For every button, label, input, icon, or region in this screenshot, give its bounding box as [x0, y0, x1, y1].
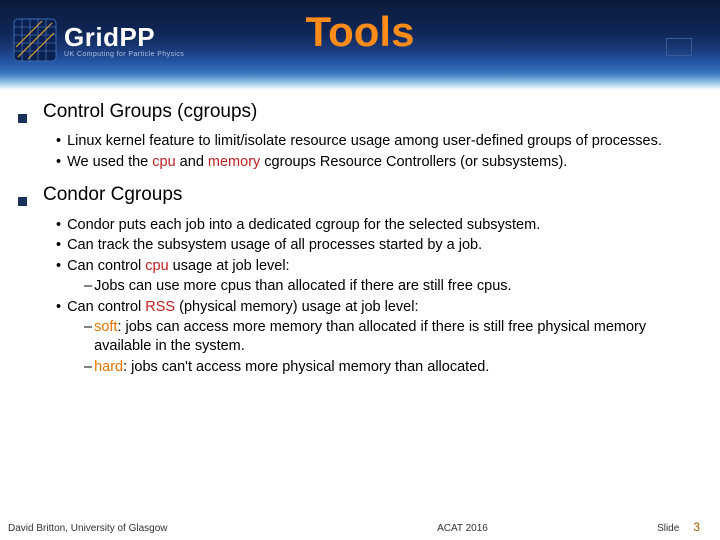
sub-bullet-text: hard: jobs can't access more physical me…	[94, 358, 489, 377]
sub-bullet-item: –hard: jobs can't access more physical m…	[84, 358, 700, 377]
text-run: usage at job level:	[169, 258, 290, 274]
section-heading-row: Control Groups (cgroups)	[18, 100, 700, 124]
section-heading-row: Condor Cgroups	[18, 183, 700, 207]
square-bullet-icon	[18, 114, 27, 123]
text-run: Can control	[67, 258, 145, 274]
bullet-item: • Linux kernel feature to limit/isolate r…	[56, 132, 700, 151]
dot-bullet-icon: •	[56, 257, 61, 276]
text-run: cgroups Resource Controllers (or subsyst…	[260, 154, 567, 170]
text-run: cpu	[145, 258, 168, 274]
footer-author: David Britton, University of Glasgow	[8, 523, 437, 534]
footer-slide-label: Slide	[657, 523, 679, 534]
text-run: (physical memory) usage at job level:	[175, 299, 418, 315]
section-heading: Condor Cgroups	[43, 183, 182, 207]
text-run: memory	[208, 154, 260, 170]
text-run: soft	[94, 319, 117, 335]
slide-header: GridPP UK Computing for Particle Physics…	[0, 0, 720, 90]
footer-page-number: 3	[693, 520, 700, 534]
bullet-text: Can control cpu usage at job level:	[67, 257, 290, 276]
bullet-item: • Can control cpu usage at job level:	[56, 257, 700, 276]
sub-bullet-text: Jobs can use more cpus than allocated if…	[94, 277, 512, 296]
bullet-text: We used the cpu and memory cgroups Resou…	[67, 153, 567, 172]
text-run: Can track the subsystem usage of all pro…	[67, 237, 482, 253]
slide-title: Tools	[0, 8, 720, 56]
text-run: hard	[94, 359, 123, 375]
bullet-list: • Linux kernel feature to limit/isolate r…	[56, 132, 700, 171]
slide-footer: David Britton, University of Glasgow ACA…	[0, 520, 720, 534]
bullet-text: Condor puts each job into a dedicated cg…	[67, 216, 540, 235]
slide-content: Control Groups (cgroups) • Linux kernel fe…	[0, 90, 720, 376]
text-run: RSS	[145, 299, 175, 315]
square-bullet-icon	[18, 197, 27, 206]
dash-bullet-icon: –	[84, 277, 92, 296]
bullet-item: • Condor puts each job into a dedicated c…	[56, 216, 700, 235]
dot-bullet-icon: •	[56, 298, 61, 317]
sub-bullet-text: soft: jobs can access more memory than a…	[94, 318, 700, 355]
text-run: cpu	[152, 154, 175, 170]
text-run: We used the	[67, 154, 152, 170]
bullet-item: • Can control RSS (physical memory) usage…	[56, 298, 700, 317]
section: Control Groups (cgroups) • Linux kernel fe…	[18, 100, 700, 171]
text-run: and	[176, 154, 208, 170]
text-run: : jobs can access more memory than alloc…	[94, 319, 646, 354]
bullet-text: Can track the subsystem usage of all pro…	[67, 236, 482, 255]
text-run: Linux kernel feature to limit/isolate re…	[67, 133, 662, 149]
dot-bullet-icon: •	[56, 153, 61, 172]
text-run: : jobs can't access more physical memory…	[123, 359, 489, 375]
bullet-list: • Condor puts each job into a dedicated c…	[56, 216, 700, 376]
section-heading: Control Groups (cgroups)	[43, 100, 257, 124]
text-run: Can control	[67, 299, 145, 315]
bullet-text: Linux kernel feature to limit/isolate re…	[67, 132, 662, 151]
sub-bullet-item: –soft: jobs can access more memory than …	[84, 318, 700, 355]
dash-bullet-icon: –	[84, 358, 92, 377]
slide-number-placeholder	[666, 38, 692, 56]
dot-bullet-icon: •	[56, 216, 61, 235]
text-run: Jobs can use more cpus than allocated if…	[94, 278, 512, 294]
section: Condor Cgroups • Condor puts each job into…	[18, 183, 700, 376]
footer-conference: ACAT 2016	[437, 523, 657, 534]
dash-bullet-icon: –	[84, 318, 92, 355]
text-run: Condor puts each job into a dedicated cg…	[67, 217, 540, 233]
bullet-item: • Can track the subsystem usage of all pr…	[56, 236, 700, 255]
bullet-item: • We used the cpu and memory cgroups Reso…	[56, 153, 700, 172]
dot-bullet-icon: •	[56, 236, 61, 255]
dot-bullet-icon: •	[56, 132, 61, 151]
bullet-text: Can control RSS (physical memory) usage …	[67, 298, 418, 317]
sub-bullet-item: –Jobs can use more cpus than allocated i…	[84, 277, 700, 296]
